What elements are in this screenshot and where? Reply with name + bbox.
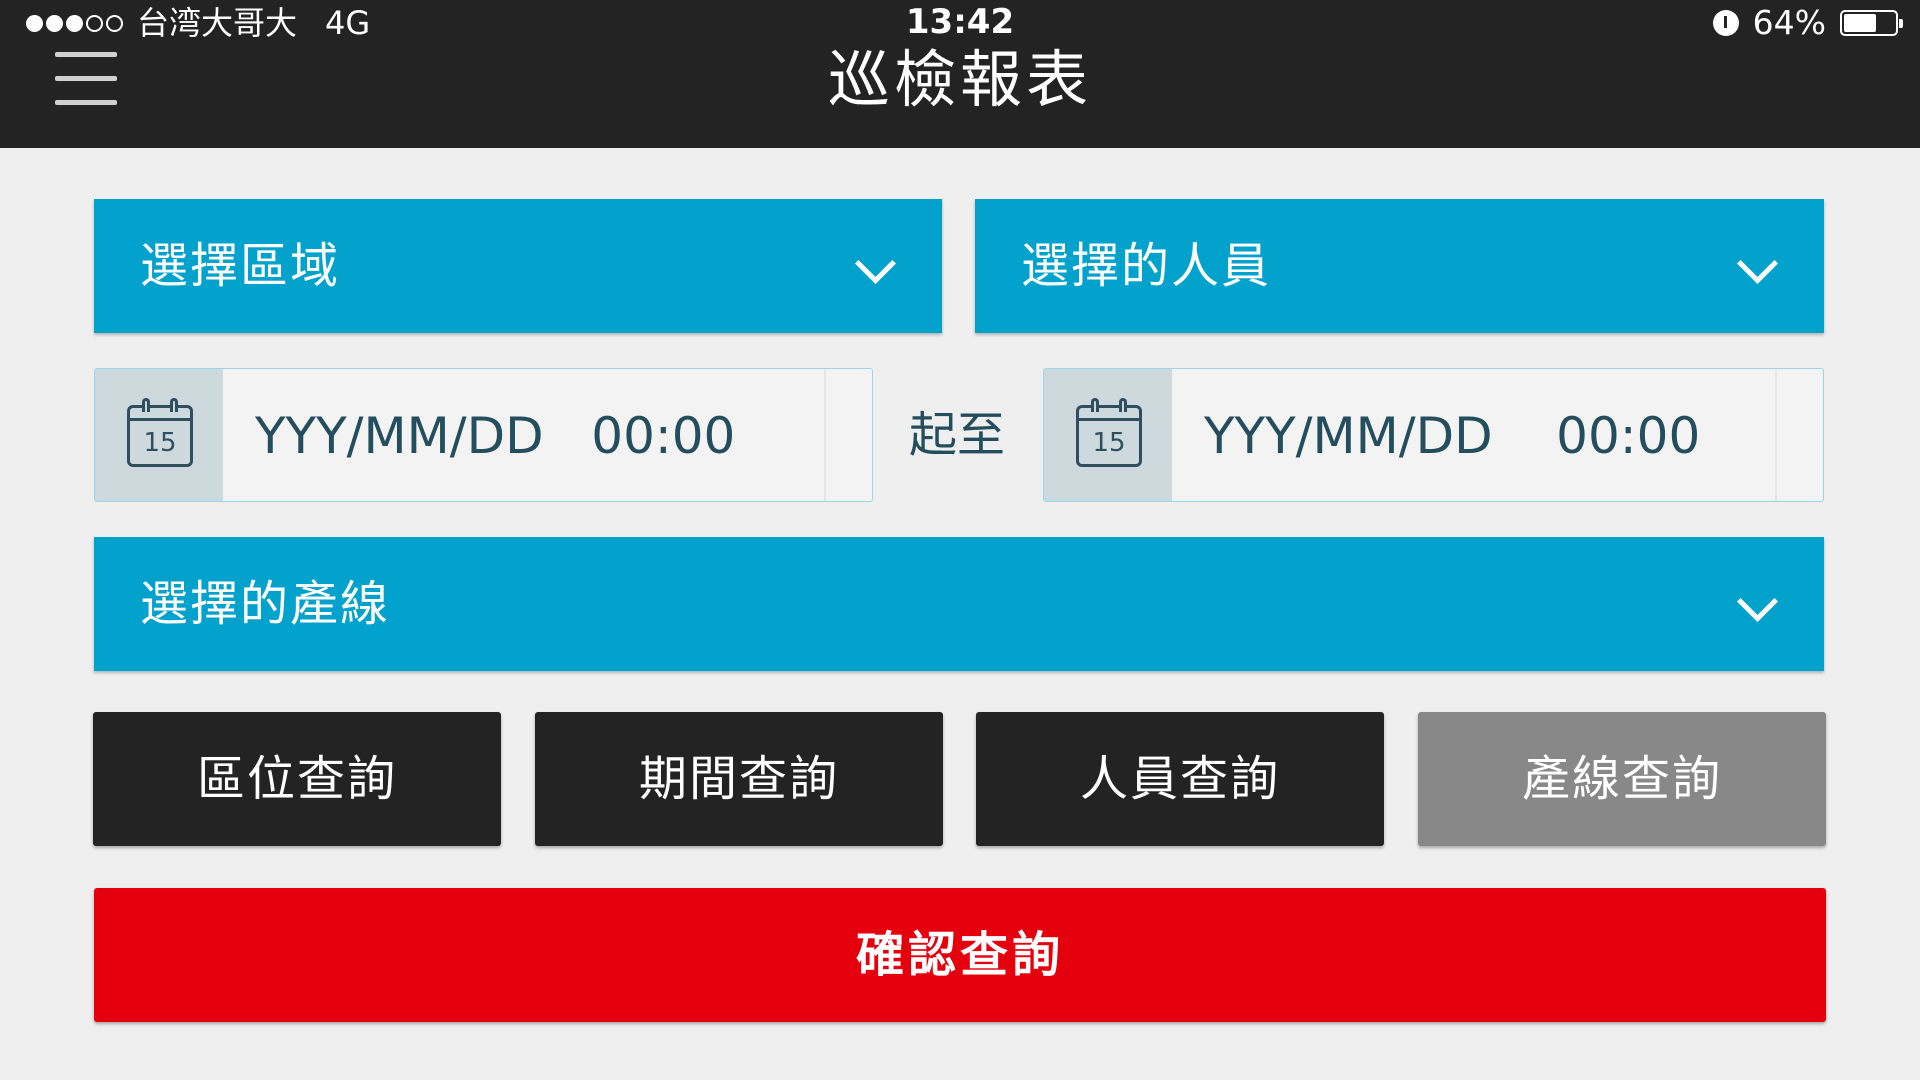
area-dropdown-label: 選擇區域	[140, 238, 341, 294]
status-bar-right: 64%	[1712, 3, 1903, 42]
production-line-dropdown-label: 選擇的產線	[140, 576, 391, 632]
production-line-dropdown[interactable]: 選擇的產線	[94, 537, 1824, 671]
confirm-query-button[interactable]: 確認查詢	[94, 888, 1826, 1022]
personnel-dropdown[interactable]: 選擇的人員	[975, 199, 1824, 333]
end-date-field[interactable]: 15 YYY/MM/DD 00:00	[1043, 368, 1824, 502]
period-query-button[interactable]: 期間查詢	[535, 712, 943, 846]
battery-icon	[1840, 10, 1903, 36]
end-date-value: YYY/MM/DD 00:00	[1204, 407, 1701, 465]
alarm-clock-icon	[1712, 10, 1739, 36]
start-date-field[interactable]: 15 YYY/MM/DD 00:00	[94, 368, 873, 502]
area-dropdown[interactable]: 選擇區域	[94, 199, 942, 333]
battery-level	[1844, 14, 1876, 32]
area-query-button[interactable]: 區位查詢	[93, 712, 501, 846]
personnel-dropdown-label: 選擇的人員	[1021, 238, 1272, 294]
calendar-icon: 15	[127, 398, 193, 467]
battery-percent: 64%	[1752, 3, 1826, 42]
top-bar: 台湾大哥大 4G 13:42 64% 巡檢報表	[0, 0, 1920, 148]
field-divider	[1775, 369, 1777, 501]
personnel-query-button[interactable]: 人員查詢	[976, 712, 1384, 846]
start-date-value: YYY/MM/DD 00:00	[255, 407, 736, 465]
status-time: 13:42	[905, 2, 1015, 42]
date-range-separator: 起至	[908, 407, 1005, 463]
end-calendar-button[interactable]: 15	[1044, 369, 1172, 501]
calendar-day: 15	[143, 428, 177, 458]
calendar-day: 15	[1092, 428, 1126, 458]
chevron-down-icon	[854, 242, 897, 285]
start-calendar-button[interactable]: 15	[95, 369, 223, 501]
page-title: 巡檢報表	[827, 43, 1092, 116]
chevron-down-icon	[1736, 580, 1779, 623]
calendar-icon: 15	[1076, 398, 1142, 467]
field-divider	[824, 369, 826, 501]
chevron-down-icon	[1736, 242, 1779, 285]
production-line-query-button[interactable]: 產線查詢	[1418, 712, 1826, 846]
